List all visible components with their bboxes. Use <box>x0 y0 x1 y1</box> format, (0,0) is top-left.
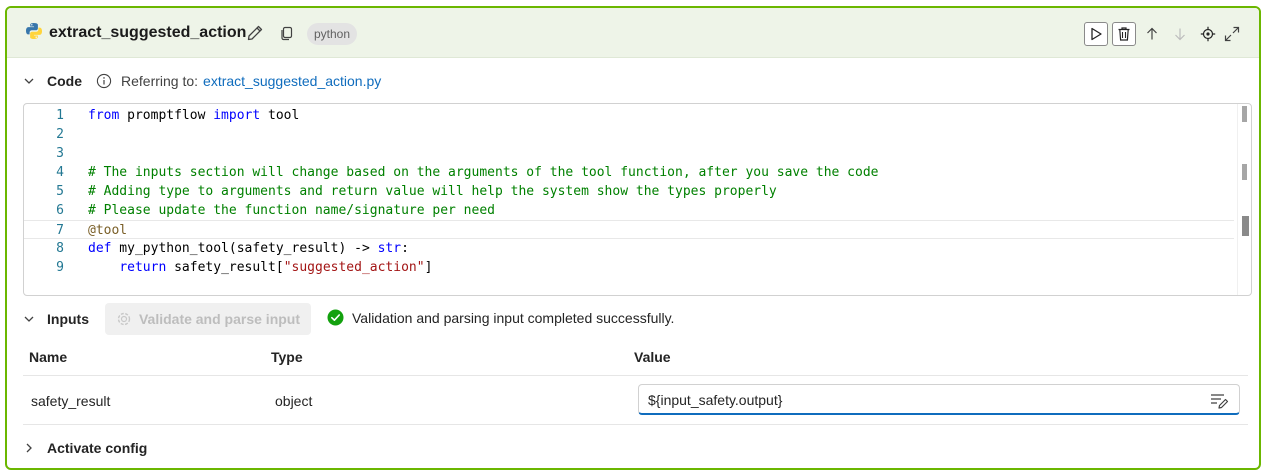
line-number: 2 <box>56 127 64 142</box>
code-line[interactable]: 5 # Adding type to arguments and return v… <box>24 182 1234 201</box>
code-token: "suggested_action" <box>283 260 425 275</box>
crosshair-icon <box>1200 26 1216 42</box>
move-up-button[interactable] <box>1140 22 1164 46</box>
copy-icon[interactable] <box>279 25 295 41</box>
python-node-card: extract_suggested_action python Code Ref… <box>5 6 1261 470</box>
code-text: from promptflow import tool <box>88 106 299 125</box>
code-token: def <box>88 241 112 256</box>
code-token: # Please update the function name/signat… <box>88 203 495 218</box>
chevron-right-icon <box>26 443 32 453</box>
input-value-field[interactable] <box>638 384 1240 415</box>
code-token: safety_result[ <box>166 260 284 275</box>
table-divider <box>23 375 1248 376</box>
success-check-icon <box>327 309 344 326</box>
scrollbar-thumb[interactable] <box>1242 106 1247 122</box>
scrollbar-marker <box>1242 164 1247 180</box>
code-editor[interactable]: 1 from promptflow import tool 2 3 4 # The inp… <box>23 103 1252 296</box>
chevron-down-icon <box>24 78 34 84</box>
activate-config-header[interactable]: Activate config <box>21 436 147 460</box>
line-number: 3 <box>56 146 64 161</box>
edit-text-lines-icon[interactable] <box>1209 391 1229 409</box>
code-token: # The inputs section will change based o… <box>88 165 879 180</box>
code-token: str <box>377 241 402 256</box>
trash-icon <box>1118 27 1130 41</box>
code-token: from <box>88 108 120 123</box>
input-value-text[interactable] <box>648 390 1188 410</box>
validate-button-label: Validate and parse input <box>138 311 301 327</box>
code-line[interactable]: 8 def my_python_tool(safety_result) -> st… <box>24 239 1234 258</box>
validation-status-text: Validation and parsing input completed s… <box>352 309 675 326</box>
code-line[interactable]: 6 # Please update the function name/signa… <box>24 201 1234 220</box>
input-type-cell: object <box>275 393 313 409</box>
code-text: def my_python_tool(safety_result) -> str… <box>88 239 409 258</box>
run-button[interactable] <box>1084 22 1108 46</box>
source-file-link[interactable]: extract_suggested_action.py <box>203 73 381 89</box>
arrow-up-icon <box>1147 27 1157 40</box>
code-section-header: Code Referring to: extract_suggested_act… <box>21 69 381 93</box>
code-section-label: Code <box>47 73 82 89</box>
code-token: ] <box>424 260 433 275</box>
move-down-button[interactable] <box>1168 22 1192 46</box>
validation-status: Validation and parsing input completed s… <box>327 309 674 326</box>
code-line[interactable]: 2 <box>24 125 1234 144</box>
inputs-section-label: Inputs <box>47 311 89 327</box>
line-number: 9 <box>56 260 64 275</box>
code-line[interactable]: 3 <box>24 144 1234 163</box>
inputs-section-header: Inputs <box>21 307 89 331</box>
validate-sync-icon <box>117 312 131 326</box>
code-collapse-toggle[interactable] <box>21 73 37 89</box>
code-text: return safety_result["suggested_action"] <box>88 258 432 277</box>
node-header: extract_suggested_action python <box>7 8 1259 58</box>
column-header-name: Name <box>29 349 68 365</box>
line-number: 5 <box>56 184 64 199</box>
play-icon <box>1091 27 1102 41</box>
code-token: my_python_tool(safety_result) -> <box>111 241 378 256</box>
activate-config-toggle[interactable] <box>21 440 37 456</box>
expand-button[interactable] <box>1220 22 1244 46</box>
code-token: promptflow <box>119 108 214 123</box>
info-icon[interactable] <box>96 73 112 89</box>
code-line[interactable]: 7 @tool <box>24 220 1234 239</box>
code-text: @tool <box>88 221 127 240</box>
expand-diagonal-icon <box>1224 26 1240 42</box>
code-token: @tool <box>88 223 128 238</box>
line-number: 7 <box>56 223 64 238</box>
chevron-down-icon <box>24 316 34 322</box>
line-number: 6 <box>56 203 64 218</box>
validate-parse-input-button[interactable]: Validate and parse input <box>105 303 311 335</box>
code-line[interactable]: 9 return safety_result["suggested_action… <box>24 258 1234 277</box>
line-number: 1 <box>56 108 64 123</box>
node-title: extract_suggested_action <box>49 24 247 41</box>
column-header-type: Type <box>271 349 303 365</box>
editor-scrollbar[interactable] <box>1237 104 1251 295</box>
input-name-cell: safety_result <box>31 393 111 409</box>
arrow-down-icon <box>1175 28 1185 41</box>
code-line[interactable]: 1 from promptflow import tool <box>24 106 1234 125</box>
line-number: 8 <box>56 241 64 256</box>
code-token: tool <box>260 108 300 123</box>
column-header-value: Value <box>634 349 671 365</box>
code-text: # Adding type to arguments and return va… <box>88 182 777 201</box>
code-token: import <box>213 108 261 123</box>
scrollbar-marker <box>1242 216 1249 236</box>
edit-name-pencil-icon[interactable] <box>245 23 265 43</box>
line-number: 4 <box>56 165 64 180</box>
activate-config-label: Activate config <box>47 440 148 456</box>
code-text: # Please update the function name/signat… <box>88 201 495 220</box>
inputs-collapse-toggle[interactable] <box>21 311 37 327</box>
delete-button[interactable] <box>1112 22 1136 46</box>
code-token: return <box>119 260 167 275</box>
code-token: # Adding type to arguments and return va… <box>88 184 777 199</box>
language-badge: python <box>307 23 358 45</box>
python-logo-icon <box>26 23 42 39</box>
code-text: # The inputs section will change based o… <box>88 163 879 182</box>
referring-to-label: Referring to: <box>121 73 199 89</box>
locate-button[interactable] <box>1196 22 1220 46</box>
table-divider <box>23 424 1248 425</box>
code-token: : <box>401 241 409 256</box>
code-line[interactable]: 4 # The inputs section will change based … <box>24 163 1234 182</box>
